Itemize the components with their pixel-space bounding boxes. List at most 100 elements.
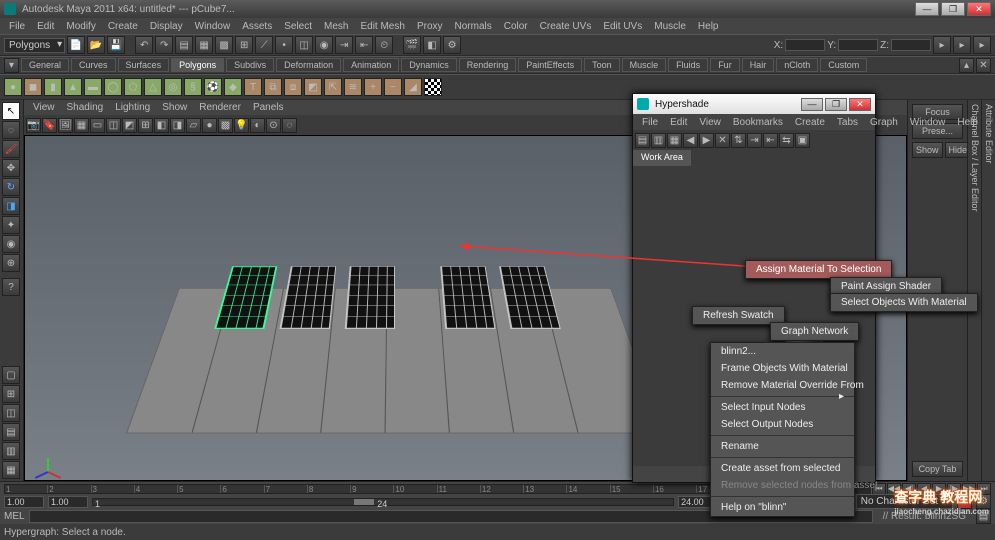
- vp-menu-shading[interactable]: Shading: [62, 102, 109, 113]
- single-pane-icon[interactable]: ▢: [2, 366, 20, 384]
- menu-select[interactable]: Select: [279, 20, 317, 33]
- menu-mesh[interactable]: Mesh: [319, 20, 353, 33]
- hmenu-view[interactable]: View: [694, 116, 726, 129]
- close-button[interactable]: ✕: [967, 2, 991, 16]
- tab-dynamics[interactable]: Dynamics: [401, 58, 457, 72]
- menu-file[interactable]: File: [4, 20, 30, 33]
- attribute-editor-tab[interactable]: Attribute Editor: [981, 100, 995, 481]
- tab-painteffects[interactable]: PaintEffects: [518, 58, 582, 72]
- persp-graph-pane-icon[interactable]: ▥: [2, 442, 20, 460]
- poly-pyramid-icon[interactable]: △: [144, 78, 162, 96]
- tab-hair[interactable]: Hair: [742, 58, 775, 72]
- poly-type-icon[interactable]: T: [244, 78, 262, 96]
- vp-safe-title-icon[interactable]: ◨: [170, 118, 185, 133]
- ctx-rename[interactable]: Rename: [711, 438, 854, 455]
- sidebar-toggle-icon[interactable]: ▸: [933, 36, 951, 54]
- menu-muscle[interactable]: Muscle: [649, 20, 691, 33]
- new-scene-icon[interactable]: 📄: [67, 36, 85, 54]
- input-connections-icon[interactable]: ⇥: [335, 36, 353, 54]
- rotate-tool-icon[interactable]: ↻: [2, 178, 20, 196]
- vp-film-gate-icon[interactable]: ▭: [90, 118, 105, 133]
- hmenu-graph[interactable]: Graph: [865, 116, 903, 129]
- maximize-button[interactable]: ❐: [941, 2, 965, 16]
- h-container-icon[interactable]: ▣: [795, 133, 810, 148]
- select-tool-icon[interactable]: ↖: [2, 102, 20, 120]
- snap-point-icon[interactable]: •: [275, 36, 293, 54]
- hmenu-window[interactable]: Window: [905, 116, 951, 129]
- poly-prism-icon[interactable]: ⬠: [124, 78, 142, 96]
- menu-edit[interactable]: Edit: [32, 20, 59, 33]
- last-tool-icon[interactable]: ?: [2, 278, 20, 296]
- snap-plane-icon[interactable]: ◫: [295, 36, 313, 54]
- black-key-3[interactable]: [345, 266, 395, 329]
- hypershade-pane-icon[interactable]: ▦: [2, 461, 20, 479]
- ctx-create-asset[interactable]: Create asset from selected: [711, 460, 854, 477]
- menu-createuvs[interactable]: Create UVs: [535, 20, 597, 33]
- tab-surfaces[interactable]: Surfaces: [118, 58, 170, 72]
- vp-menu-panels[interactable]: Panels: [248, 102, 289, 113]
- h-show-both-icon[interactable]: ▦: [667, 133, 682, 148]
- hmenu-create[interactable]: Create: [790, 116, 830, 129]
- snap-live-icon[interactable]: ◉: [315, 36, 333, 54]
- show-manip-tool-icon[interactable]: ⊕: [2, 254, 20, 272]
- tab-ncloth[interactable]: nCloth: [776, 58, 818, 72]
- select-by-hierarchy-icon[interactable]: ▤: [175, 36, 193, 54]
- bridge-icon[interactable]: ≋: [344, 78, 362, 96]
- tab-animation[interactable]: Animation: [343, 58, 399, 72]
- poly-helix-icon[interactable]: §: [184, 78, 202, 96]
- paint-select-tool-icon[interactable]: 🖌: [2, 140, 20, 158]
- hyper-tab-workarea[interactable]: Work Area: [633, 150, 691, 166]
- open-scene-icon[interactable]: 📂: [87, 36, 105, 54]
- hmenu-help[interactable]: Help: [952, 116, 983, 129]
- copy-tab-button[interactable]: Copy Tab: [912, 461, 963, 477]
- h-prev-icon[interactable]: ◀: [683, 133, 698, 148]
- menu-color[interactable]: Color: [499, 20, 533, 33]
- render-settings-icon[interactable]: ⚙: [443, 36, 461, 54]
- tab-curves[interactable]: Curves: [71, 58, 116, 72]
- redo-icon[interactable]: ↷: [155, 36, 173, 54]
- menu-assets[interactable]: Assets: [237, 20, 277, 33]
- lasso-tool-icon[interactable]: ◌: [2, 121, 20, 139]
- four-pane-icon[interactable]: ⊞: [2, 385, 20, 403]
- tab-general[interactable]: General: [21, 58, 69, 72]
- snap-curve-icon[interactable]: ⟋: [255, 36, 273, 54]
- tab-polygons[interactable]: Polygons: [171, 58, 224, 72]
- hmenu-edit[interactable]: Edit: [665, 116, 692, 129]
- vp-resolution-gate-icon[interactable]: ◫: [106, 118, 121, 133]
- checker-icon[interactable]: [424, 78, 442, 96]
- hmenu-tabs[interactable]: Tabs: [832, 116, 863, 129]
- menu-create[interactable]: Create: [103, 20, 143, 33]
- vp-select-cam-icon[interactable]: 📷: [26, 118, 41, 133]
- menu-window[interactable]: Window: [190, 20, 236, 33]
- radial-assign-material[interactable]: Assign Material To Selection: [746, 261, 891, 278]
- vp-menu-lighting[interactable]: Lighting: [110, 102, 155, 113]
- save-scene-icon[interactable]: 💾: [107, 36, 125, 54]
- menu-modify[interactable]: Modify: [61, 20, 100, 33]
- ctx-frame-objects[interactable]: Frame Objects With Material: [711, 360, 854, 377]
- menu-proxy[interactable]: Proxy: [412, 20, 448, 33]
- h-graph-input-icon[interactable]: ⇥: [747, 133, 762, 148]
- select-by-object-icon[interactable]: ▦: [195, 36, 213, 54]
- bevel-icon[interactable]: ◢: [404, 78, 422, 96]
- extract-icon[interactable]: ◩: [304, 78, 322, 96]
- black-key-5[interactable]: [499, 266, 561, 329]
- poly-cylinder-icon[interactable]: ▮: [44, 78, 62, 96]
- poly-cube-icon[interactable]: ◼: [24, 78, 42, 96]
- poly-torus-icon[interactable]: ◯: [104, 78, 122, 96]
- universal-manip-icon[interactable]: ✦: [2, 216, 20, 234]
- coord-x-input[interactable]: [785, 39, 825, 51]
- tab-subdivs[interactable]: Subdivs: [226, 58, 274, 72]
- tab-toon[interactable]: Toon: [584, 58, 620, 72]
- vp-grid-icon[interactable]: ▦: [74, 118, 89, 133]
- vp-isolate-icon[interactable]: ⊙: [266, 118, 281, 133]
- hyper-close-button[interactable]: ✕: [849, 98, 871, 111]
- vp-menu-show[interactable]: Show: [157, 102, 192, 113]
- channel-box-tab[interactable]: Channel Box / Layer Editor: [967, 100, 981, 481]
- hmenu-bookmarks[interactable]: Bookmarks: [728, 116, 788, 129]
- poly-cone-icon[interactable]: ▲: [64, 78, 82, 96]
- poly-soccer-icon[interactable]: ⚽: [204, 78, 222, 96]
- radial-select-with-material[interactable]: Select Objects With Material: [831, 294, 977, 311]
- poly-pipe-icon[interactable]: ◎: [164, 78, 182, 96]
- vp-field-chart-icon[interactable]: ⊞: [138, 118, 153, 133]
- tab-custom[interactable]: Custom: [820, 58, 867, 72]
